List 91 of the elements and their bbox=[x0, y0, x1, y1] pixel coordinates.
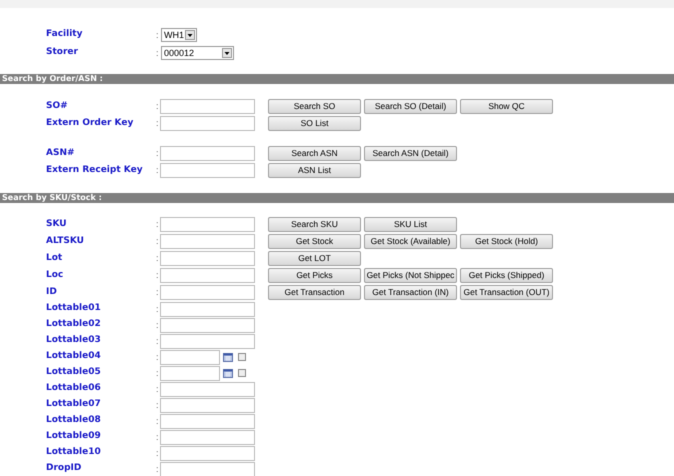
action-button[interactable]: Get Stock (Available) bbox=[364, 234, 457, 249]
dropdown[interactable]: WH1 bbox=[161, 28, 197, 42]
field-label: ALTSKU bbox=[46, 234, 84, 248]
action-button[interactable]: Get Stock (Hold) bbox=[460, 234, 553, 249]
colon: : bbox=[156, 384, 159, 394]
input-field[interactable] bbox=[160, 414, 255, 428]
colon: : bbox=[156, 254, 159, 263]
input-field[interactable] bbox=[160, 382, 255, 396]
colon: : bbox=[156, 48, 159, 58]
colon: : bbox=[156, 30, 159, 40]
field-label: Loc bbox=[46, 268, 64, 282]
dropdown[interactable]: 000012 bbox=[161, 46, 234, 60]
input-field[interactable] bbox=[160, 163, 255, 178]
field-label: Facility bbox=[46, 28, 82, 42]
checkbox[interactable] bbox=[238, 369, 246, 377]
colon: : bbox=[156, 220, 159, 229]
input-field[interactable] bbox=[160, 302, 255, 316]
colon: : bbox=[156, 119, 159, 128]
input-field[interactable] bbox=[160, 366, 220, 380]
input-field[interactable] bbox=[160, 251, 255, 266]
action-button[interactable]: ASN List bbox=[268, 163, 361, 178]
checkbox[interactable] bbox=[238, 353, 246, 361]
field-label: Lottable03 bbox=[46, 334, 101, 348]
input-field[interactable] bbox=[160, 116, 255, 131]
input-field[interactable] bbox=[160, 398, 255, 412]
input-field[interactable] bbox=[160, 146, 255, 161]
colon: : bbox=[156, 320, 159, 330]
input-field[interactable] bbox=[160, 285, 255, 300]
input-field[interactable] bbox=[160, 99, 255, 114]
colon: : bbox=[156, 237, 159, 246]
colon: : bbox=[156, 368, 159, 378]
colon: : bbox=[156, 102, 159, 111]
field-label: Lottable07 bbox=[46, 398, 101, 412]
action-button[interactable]: Get Stock bbox=[268, 234, 361, 249]
colon: : bbox=[156, 400, 159, 410]
input-field[interactable] bbox=[160, 234, 255, 249]
field-label: Lottable02 bbox=[46, 318, 101, 332]
colon: : bbox=[156, 149, 159, 158]
action-button[interactable]: Get Transaction (IN) bbox=[364, 285, 457, 300]
action-button[interactable]: Search SO bbox=[268, 99, 361, 114]
action-button[interactable]: Get Picks (Shipped) bbox=[460, 268, 553, 283]
input-field[interactable] bbox=[160, 268, 255, 283]
colon: : bbox=[156, 336, 159, 346]
colon: : bbox=[156, 448, 159, 458]
action-button[interactable]: Get Picks (Not Shippec bbox=[364, 268, 457, 283]
action-button[interactable]: SO List bbox=[268, 116, 361, 131]
calendar-icon[interactable] bbox=[223, 368, 233, 378]
input-field[interactable] bbox=[160, 334, 255, 348]
field-label: DropID bbox=[46, 462, 82, 476]
field-label: Lottable06 bbox=[46, 382, 101, 396]
field-label: ID bbox=[46, 286, 57, 299]
action-button[interactable]: Show QC bbox=[460, 99, 553, 114]
field-label: Lottable09 bbox=[46, 430, 101, 444]
colon: : bbox=[156, 288, 159, 297]
field-label: Lottable08 bbox=[46, 414, 101, 428]
colon: : bbox=[156, 166, 159, 175]
field-label: Extern Receipt Key bbox=[46, 164, 143, 177]
field-label: Lottable05 bbox=[46, 366, 101, 380]
action-button[interactable]: Get Transaction (OUT) bbox=[460, 285, 553, 300]
input-field[interactable] bbox=[160, 350, 220, 364]
input-field[interactable] bbox=[160, 462, 255, 476]
action-button[interactable]: Search SO (Detail) bbox=[364, 99, 457, 114]
colon: : bbox=[156, 416, 159, 426]
action-button[interactable]: SKU List bbox=[364, 217, 457, 232]
field-label: Lottable10 bbox=[46, 446, 101, 460]
field-label: Storer bbox=[46, 46, 78, 60]
field-label: SKU bbox=[46, 218, 67, 231]
input-field[interactable] bbox=[160, 430, 255, 444]
colon: : bbox=[156, 304, 159, 314]
input-field[interactable] bbox=[160, 446, 255, 460]
field-label: Lottable04 bbox=[46, 350, 101, 364]
field-label: Lottable01 bbox=[46, 302, 101, 316]
input-field[interactable] bbox=[160, 318, 255, 332]
action-button[interactable]: Get LOT bbox=[268, 251, 361, 266]
section-header: Search by SKU/Stock : bbox=[2, 194, 102, 202]
field-label: ASN# bbox=[46, 146, 75, 160]
input-field[interactable] bbox=[160, 217, 255, 232]
field-label: Lot bbox=[46, 252, 62, 265]
action-button[interactable]: Search SKU bbox=[268, 217, 361, 232]
colon: : bbox=[156, 271, 159, 280]
field-label: SO# bbox=[46, 100, 68, 113]
action-button[interactable]: Search ASN (Detail) bbox=[364, 146, 457, 161]
action-button[interactable]: Search ASN bbox=[268, 146, 361, 161]
colon: : bbox=[156, 432, 159, 442]
field-label: Extern Order Key bbox=[46, 116, 134, 130]
colon: : bbox=[156, 352, 159, 362]
calendar-icon[interactable] bbox=[223, 352, 233, 362]
action-button[interactable]: Get Picks bbox=[268, 268, 361, 283]
action-button[interactable]: Get Transaction bbox=[268, 285, 361, 300]
section-header: Search by Order/ASN : bbox=[2, 75, 103, 83]
colon: : bbox=[156, 464, 159, 474]
